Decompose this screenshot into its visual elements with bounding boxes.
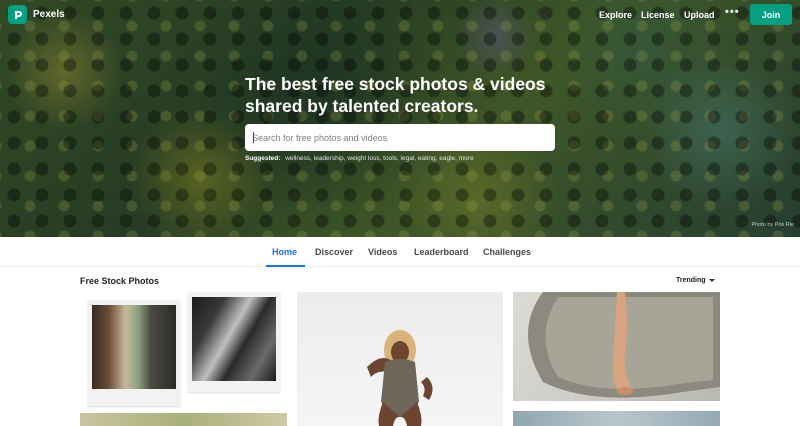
suggestion-legal[interactable]: legal, xyxy=(401,155,417,162)
top-navigation: Pexels Explore License Upload ••• Join xyxy=(0,0,800,30)
polaroid-fabric-image xyxy=(192,297,276,381)
photo-woman-bodysuit[interactable] xyxy=(297,292,503,426)
suggestion-more[interactable]: more xyxy=(459,155,474,162)
hero-headline: The best free stock photos & videos shar… xyxy=(245,73,565,117)
polaroid-window-image xyxy=(92,305,176,389)
photo-bathtub-legs[interactable] xyxy=(513,292,720,401)
section-tabs: Home Discover Videos Leaderboard Challen… xyxy=(0,237,800,267)
photo-credit[interactable]: Photo by Pok Rie xyxy=(752,222,795,228)
bathtub-illustration xyxy=(528,292,720,398)
tab-videos[interactable]: Videos xyxy=(368,247,397,257)
headline-line-2: shared by talented creators. xyxy=(245,96,479,116)
suggestion-weight-loss[interactable]: weight loss, xyxy=(347,155,381,162)
tab-challenges[interactable]: Challenges xyxy=(483,247,531,257)
pexels-logo-icon[interactable] xyxy=(8,5,27,24)
photo-landscape[interactable] xyxy=(80,413,287,426)
photo-polaroids[interactable] xyxy=(80,292,287,409)
brand-name[interactable]: Pexels xyxy=(33,9,65,20)
join-button[interactable]: Join xyxy=(750,4,792,25)
suggestion-eagle[interactable]: eagle, xyxy=(439,155,457,162)
text-caret xyxy=(253,132,254,143)
suggested-label: Suggested: xyxy=(245,155,281,162)
polaroid-fabric xyxy=(188,292,280,392)
more-dots-icon[interactable]: ••• xyxy=(725,6,740,18)
search-icon[interactable] xyxy=(536,6,551,21)
suggestion-eating[interactable]: eating, xyxy=(418,155,438,162)
suggestion-leadership[interactable]: leadership, xyxy=(314,155,346,162)
suggested-searches: Suggested: wellness, leadership, weight … xyxy=(245,155,474,162)
tab-discover[interactable]: Discover xyxy=(315,247,353,257)
nav-license[interactable]: License xyxy=(641,10,675,20)
tab-home[interactable]: Home xyxy=(272,247,297,257)
photo-sky[interactable] xyxy=(513,411,720,426)
section-title: Free Stock Photos xyxy=(80,276,160,286)
headline-line-1: The best free stock photos & videos xyxy=(245,74,546,94)
active-tab-indicator xyxy=(266,265,305,267)
nav-upload[interactable]: Upload xyxy=(684,10,715,20)
suggestion-tools[interactable]: tools, xyxy=(383,155,399,162)
sort-dropdown[interactable]: Trending xyxy=(676,277,706,284)
suggestion-wellness[interactable]: wellness, xyxy=(285,155,312,162)
hero-banner xyxy=(0,0,800,237)
nav-explore[interactable]: Explore xyxy=(599,10,632,20)
woman-figure-illustration xyxy=(367,330,433,426)
search-box[interactable] xyxy=(245,124,555,151)
search-input[interactable] xyxy=(252,124,522,151)
chevron-down-icon[interactable] xyxy=(709,279,715,282)
polaroid-window xyxy=(88,300,180,406)
tab-leaderboard[interactable]: Leaderboard xyxy=(414,247,469,257)
